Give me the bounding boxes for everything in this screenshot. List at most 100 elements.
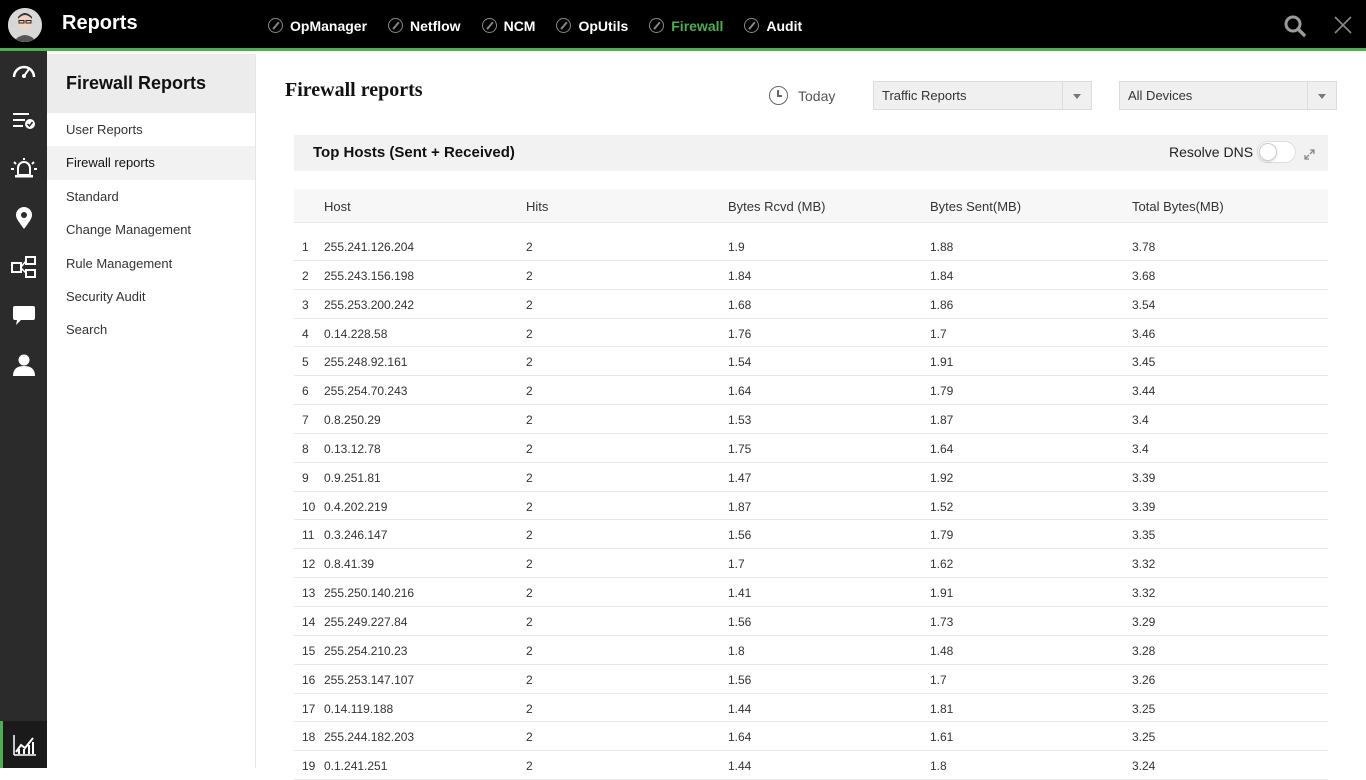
host-cell[interactable]: 0.9.251.81: [324, 471, 381, 485]
chevron-down-icon: [1307, 82, 1336, 109]
user-icon[interactable]: [0, 345, 47, 385]
devices-dropdown[interactable]: All Devices: [1119, 81, 1337, 110]
table-row[interactable]: 3 255.253.200.242 2 1.68 1.86 3.54: [294, 290, 1328, 319]
sub-nav-item-rule-management[interactable]: Rule Management: [47, 247, 255, 280]
host-cell[interactable]: 0.1.241.251: [324, 759, 387, 773]
table-row[interactable]: 19 0.1.241.251 2 1.44 1.8 3.24: [294, 751, 1328, 780]
bytes-rcvd-cell: 1.41: [728, 586, 752, 601]
workflow-icon[interactable]: [0, 247, 47, 287]
nav-item-ncm[interactable]: NCM: [481, 17, 536, 34]
firewall-sub-nav: Firewall Reports User Reports Firewall re…: [47, 54, 256, 768]
nav-item-audit[interactable]: Audit: [744, 18, 802, 34]
host-cell[interactable]: 255.249.227.84: [324, 615, 407, 629]
row-index: 17: [302, 701, 316, 716]
host-cell[interactable]: 255.244.182.203: [324, 730, 414, 744]
product-icon: [649, 18, 665, 33]
bytes-rcvd-cell: 1.8: [728, 643, 745, 658]
period-selector[interactable]: Today: [769, 86, 835, 105]
bytes-rcvd-cell: 1.64: [728, 384, 752, 399]
chat-icon[interactable]: [0, 296, 47, 336]
expand-icon[interactable]: [1304, 147, 1315, 160]
column-header-host[interactable]: Host: [324, 199, 351, 214]
total-bytes-cell: 3.46: [1132, 326, 1156, 341]
bytes-sent-cell: 1.91: [930, 355, 954, 370]
clock-icon: [769, 86, 788, 105]
hits-cell: 2: [526, 384, 533, 399]
column-header-bytes-rcvd[interactable]: Bytes Rcvd (MB): [728, 199, 826, 214]
bytes-sent-cell: 1.86: [930, 297, 954, 312]
sub-nav-item-user-reports[interactable]: User Reports: [47, 113, 255, 146]
sub-nav-item-change-management[interactable]: Change Management: [47, 213, 255, 246]
table-row[interactable]: 2 255.243.156.198 2 1.84 1.84 3.68: [294, 261, 1328, 290]
host-cell[interactable]: 255.253.147.107: [324, 673, 414, 687]
table-row[interactable]: 7 0.8.250.29 2 1.53 1.87 3.4: [294, 405, 1328, 434]
table-row[interactable]: 17 0.14.119.188 2 1.44 1.81 3.25: [294, 694, 1328, 723]
bytes-rcvd-cell: 1.9: [728, 240, 745, 254]
table-row[interactable]: 13 255.250.140.216 2 1.41 1.91 3.32: [294, 578, 1328, 607]
host-cell[interactable]: 0.14.119.188: [324, 702, 393, 716]
bytes-sent-cell: 1.84: [930, 268, 954, 283]
nav-item-firewall[interactable]: Firewall: [649, 18, 723, 34]
reports-icon[interactable]: [0, 721, 47, 768]
host-cell[interactable]: 255.253.200.242: [324, 298, 414, 312]
resolve-dns-label: Resolve DNS: [1169, 144, 1254, 160]
host-cell[interactable]: 255.241.126.204: [324, 240, 414, 254]
host-cell[interactable]: 255.248.92.161: [324, 355, 407, 369]
dashboard-icon[interactable]: [0, 51, 47, 91]
host-cell[interactable]: 255.243.156.198: [324, 269, 414, 283]
hits-cell: 2: [526, 326, 533, 341]
nav-item-label: NCM: [503, 17, 536, 34]
hits-cell: 2: [526, 614, 533, 629]
column-header-bytes-sent[interactable]: Bytes Sent(MB): [930, 199, 1021, 214]
host-cell[interactable]: 255.254.210.23: [324, 644, 407, 658]
table-row[interactable]: 16 255.253.147.107 2 1.56 1.7 3.26: [294, 665, 1328, 694]
table-row[interactable]: 10 0.4.202.219 2 1.87 1.52 3.39: [294, 492, 1328, 521]
table-row[interactable]: 15 255.254.210.23 2 1.8 1.48 3.28: [294, 636, 1328, 665]
host-cell[interactable]: 0.4.202.219: [324, 500, 387, 514]
bytes-rcvd-cell: 1.56: [728, 614, 752, 629]
bytes-rcvd-cell: 1.87: [728, 499, 752, 514]
host-cell[interactable]: 0.13.12.78: [324, 442, 381, 456]
report-type-dropdown[interactable]: Traffic Reports: [873, 81, 1092, 110]
table-row[interactable]: 4 0.14.228.58 2 1.76 1.7 3.46: [294, 319, 1328, 348]
nav-item-netflow[interactable]: Netflow: [388, 18, 461, 34]
sub-nav-item-standard[interactable]: Standard: [47, 180, 255, 213]
table-row[interactable]: 8 0.13.12.78 2 1.75 1.64 3.4: [294, 434, 1328, 463]
host-cell[interactable]: 0.14.228.58: [324, 327, 387, 341]
table-row[interactable]: 11 0.3.246.147 2 1.56 1.79 3.35: [294, 520, 1328, 550]
host-cell[interactable]: 0.3.246.147: [324, 528, 387, 542]
column-header-hits[interactable]: Hits: [526, 199, 548, 214]
host-cell[interactable]: 255.250.140.216: [324, 586, 414, 600]
bytes-rcvd-cell: 1.44: [728, 759, 752, 774]
column-header-total-bytes[interactable]: Total Bytes(MB): [1132, 199, 1224, 214]
sub-nav-item-security-audit[interactable]: Security Audit: [47, 280, 255, 313]
bytes-sent-cell: 1.73: [930, 614, 954, 629]
bytes-sent-cell: 1.87: [930, 413, 954, 428]
sub-nav-item-search[interactable]: Search: [47, 313, 255, 346]
table-row[interactable]: 12 0.8.41.39 2 1.7 1.62 3.32: [294, 549, 1328, 579]
inventory-icon[interactable]: [0, 100, 47, 140]
nav-item-oputils[interactable]: OpUtils: [556, 18, 628, 34]
hits-cell: 2: [526, 557, 533, 572]
alarms-icon[interactable]: [0, 149, 47, 189]
total-bytes-cell: 3.24: [1132, 759, 1156, 774]
host-cell[interactable]: 0.8.41.39: [324, 557, 374, 571]
sub-nav-item-firewall-reports[interactable]: Firewall reports: [47, 146, 255, 180]
nav-item-label: OpUtils: [578, 17, 629, 34]
table-row[interactable]: 6 255.254.70.243 2 1.64 1.79 3.44: [294, 376, 1328, 406]
bytes-sent-cell: 1.8: [930, 759, 947, 774]
bytes-sent-cell: 1.92: [930, 470, 954, 485]
table-row[interactable]: 5 255.248.92.161 2 1.54 1.91 3.45: [294, 347, 1328, 377]
table-row[interactable]: 14 255.249.227.84 2 1.56 1.73 3.29: [294, 607, 1328, 636]
table-row[interactable]: 9 0.9.251.81 2 1.47 1.92 3.39: [294, 463, 1328, 492]
close-icon[interactable]: [1332, 14, 1354, 36]
maps-icon[interactable]: [0, 198, 47, 238]
table-row[interactable]: 1 255.241.126.204 2 1.9 1.88 3.78: [294, 232, 1328, 261]
nav-item-opmanager[interactable]: OpManager: [268, 18, 367, 34]
host-cell[interactable]: 0.8.250.29: [324, 413, 381, 427]
resolve-dns-toggle[interactable]: [1257, 141, 1296, 163]
user-avatar[interactable]: [8, 8, 42, 42]
host-cell[interactable]: 255.254.70.243: [324, 384, 407, 398]
search-icon[interactable]: [1283, 14, 1307, 38]
table-row[interactable]: 18 255.244.182.203 2 1.64 1.61 3.25: [294, 722, 1328, 752]
